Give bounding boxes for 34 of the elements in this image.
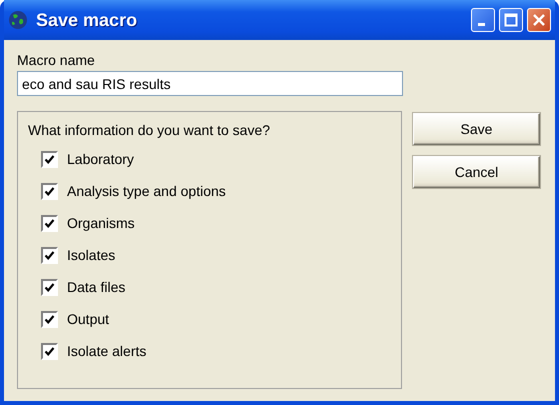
group-caption: What information do you want to save? xyxy=(28,122,272,138)
macro-name-field[interactable]: eco and sau RIS results xyxy=(17,71,403,96)
checkbox-label[interactable]: Analysis type and options xyxy=(67,183,226,199)
checkbox[interactable] xyxy=(41,214,58,232)
checkmark-icon xyxy=(44,346,55,356)
checkbox-label[interactable]: Data files xyxy=(67,279,126,295)
maximize-button[interactable] xyxy=(499,8,523,32)
minimize-button[interactable] xyxy=(471,8,495,32)
save-button[interactable]: Save xyxy=(413,113,540,145)
globe-icon xyxy=(8,10,28,30)
close-button[interactable] xyxy=(527,8,551,32)
checkmark-icon xyxy=(44,250,55,260)
close-icon xyxy=(532,13,546,27)
checkmark-icon xyxy=(44,154,55,164)
checkmark-icon xyxy=(44,314,55,324)
checkbox-label[interactable]: Laboratory xyxy=(67,151,134,167)
checkbox[interactable] xyxy=(41,310,58,328)
checkbox-label[interactable]: Organisms xyxy=(67,215,135,231)
checkbox-label[interactable]: Isolates xyxy=(67,247,116,263)
checkbox-label[interactable]: Output xyxy=(67,311,110,327)
maximize-icon xyxy=(504,13,518,27)
field-label: Macro name xyxy=(17,52,96,68)
checkbox[interactable] xyxy=(41,278,58,296)
checkmark-icon xyxy=(44,282,55,292)
checkmark-icon xyxy=(44,218,55,228)
minimize-icon xyxy=(478,22,485,26)
checkbox[interactable] xyxy=(41,342,58,360)
cancel-button[interactable]: Cancel xyxy=(413,156,540,188)
checkbox[interactable] xyxy=(41,246,58,264)
checkmark-icon xyxy=(44,186,55,196)
checkbox[interactable] xyxy=(41,150,58,168)
checkbox-label[interactable]: Isolate alerts xyxy=(67,343,146,359)
checkbox[interactable] xyxy=(41,182,58,200)
window-title: Save macro xyxy=(36,10,138,30)
